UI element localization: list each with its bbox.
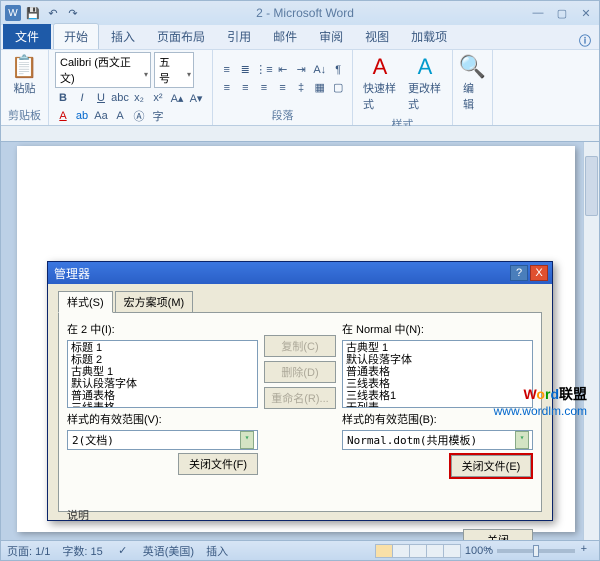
change-styles-button[interactable]: A更改样式: [404, 52, 446, 114]
tab-addins[interactable]: 加载项: [401, 24, 457, 49]
description-label: 说明: [67, 503, 533, 523]
dialog-close-main-button[interactable]: 关闭: [463, 529, 533, 540]
dialog-title: 管理器: [52, 265, 510, 282]
show-marks-icon[interactable]: ¶: [331, 62, 347, 78]
underline-icon[interactable]: U: [93, 90, 109, 106]
left-in-label: 在 2 中(I):: [67, 321, 258, 337]
right-in-label: 在 Normal 中(N):: [342, 321, 533, 337]
group-clipboard: 剪贴板: [7, 105, 42, 123]
delete-button: 删除(D): [264, 361, 336, 383]
line-spacing-icon[interactable]: ‡: [293, 80, 309, 96]
dialog-help-button[interactable]: ?: [510, 265, 528, 281]
borders-icon[interactable]: ▢: [330, 80, 346, 96]
shading-icon[interactable]: ▦: [312, 80, 328, 96]
status-words[interactable]: 字数: 15: [62, 543, 102, 559]
maximize-button[interactable]: ▢: [553, 7, 571, 20]
left-styles-listbox[interactable]: 标题 1标题 2古典型 1默认段落字体普通表格三线表格三线表格1无列表: [67, 340, 258, 408]
tab-layout[interactable]: 页面布局: [147, 24, 215, 49]
right-scope-select[interactable]: Normal.dotm(共用模板): [342, 430, 533, 450]
align-left-icon[interactable]: ≡: [219, 80, 235, 96]
minimize-button[interactable]: ―: [529, 7, 547, 20]
char-border-icon[interactable]: Ⓐ: [131, 108, 147, 124]
rename-button: 重命名(R)...: [264, 387, 336, 409]
bold-icon[interactable]: B: [55, 90, 71, 106]
tab-home[interactable]: 开始: [53, 23, 99, 49]
quick-styles-button[interactable]: A快速样式: [359, 52, 401, 114]
font-name-combo[interactable]: Calibri (西文正文): [55, 52, 151, 88]
group-paragraph: 段落: [219, 105, 346, 123]
tab-insert[interactable]: 插入: [101, 24, 145, 49]
window-title: 2 - Microsoft Word: [81, 6, 529, 20]
vertical-scrollbar[interactable]: [583, 142, 599, 540]
shrink-font-icon[interactable]: A▾: [188, 90, 204, 106]
status-bar: 页面: 1/1 字数: 15 ✓ 英语(美国) 插入 100%: [1, 540, 599, 560]
phonetic-icon[interactable]: 字: [150, 108, 166, 124]
left-scope-select[interactable]: 2(文档): [67, 430, 258, 450]
indent-inc-icon[interactable]: ⇥: [294, 62, 310, 78]
superscript-icon[interactable]: x²: [150, 90, 166, 106]
editing-button[interactable]: 🔍编辑: [459, 52, 486, 114]
redo-icon[interactable]: ↷: [65, 5, 81, 21]
tab-mailings[interactable]: 邮件: [263, 24, 307, 49]
left-scope-label: 样式的有效范围(V):: [67, 411, 258, 427]
dialog-tab-macros[interactable]: 宏方案项(M): [115, 291, 194, 313]
change-case-icon[interactable]: Aa: [93, 108, 109, 124]
title-bar: W 💾 ↶ ↷ 2 - Microsoft Word ― ▢ ✕: [1, 1, 599, 25]
view-buttons[interactable]: [376, 544, 461, 558]
ruler[interactable]: [1, 126, 599, 142]
save-icon[interactable]: 💾: [25, 5, 41, 21]
sort-icon[interactable]: A↓: [312, 62, 328, 78]
status-mode[interactable]: 插入: [206, 543, 228, 559]
watermark: Word联盟 www.wordlm.com: [494, 384, 587, 418]
right-close-file-button[interactable]: 关闭文件(E): [451, 455, 531, 477]
dialog-tab-styles[interactable]: 样式(S): [58, 291, 113, 313]
tab-file[interactable]: 文件: [3, 24, 51, 49]
paste-button[interactable]: 📋粘贴: [7, 52, 42, 98]
font-color-icon[interactable]: A: [55, 108, 71, 124]
spell-check-icon[interactable]: ✓: [115, 543, 131, 559]
highlight-icon[interactable]: ab: [74, 108, 90, 124]
strike-icon[interactable]: abc: [112, 90, 128, 106]
document-area: 管理器 ? X 样式(S) 宏方案项(M) 在 2 中(I): 标题 1标题 2…: [1, 126, 599, 540]
status-language[interactable]: 英语(美国): [143, 543, 194, 559]
left-close-file-button[interactable]: 关闭文件(F): [178, 453, 258, 475]
copy-button: 复制(C): [264, 335, 336, 357]
font-size-combo[interactable]: 五号: [154, 52, 194, 88]
align-center-icon[interactable]: ≡: [238, 80, 254, 96]
align-right-icon[interactable]: ≡: [256, 80, 272, 96]
multilevel-icon[interactable]: ⋮≡: [256, 62, 272, 78]
subscript-icon[interactable]: x₂: [131, 90, 147, 106]
close-button[interactable]: ✕: [577, 7, 595, 20]
italic-icon[interactable]: I: [74, 90, 90, 106]
numbering-icon[interactable]: ≣: [238, 62, 254, 78]
status-page[interactable]: 页面: 1/1: [7, 543, 50, 559]
grow-font-icon[interactable]: A▴: [169, 90, 185, 106]
tab-references[interactable]: 引用: [217, 24, 261, 49]
clear-format-icon[interactable]: A: [112, 108, 128, 124]
help-icon[interactable]: ⓘ: [579, 32, 591, 49]
dialog-close-button[interactable]: X: [530, 265, 548, 281]
undo-icon[interactable]: ↶: [45, 5, 61, 21]
bullets-icon[interactable]: ≡: [219, 62, 235, 78]
indent-dec-icon[interactable]: ⇤: [275, 62, 291, 78]
organizer-dialog: 管理器 ? X 样式(S) 宏方案项(M) 在 2 中(I): 标题 1标题 2…: [47, 261, 553, 521]
tab-view[interactable]: 视图: [355, 24, 399, 49]
justify-icon[interactable]: ≡: [275, 80, 291, 96]
ribbon: 文件 开始 插入 页面布局 引用 邮件 审阅 视图 加载项 ⓘ 📋粘贴 剪贴板 …: [1, 25, 599, 126]
word-icon: W: [5, 5, 21, 21]
zoom-slider[interactable]: [497, 549, 575, 553]
tab-review[interactable]: 审阅: [309, 24, 353, 49]
